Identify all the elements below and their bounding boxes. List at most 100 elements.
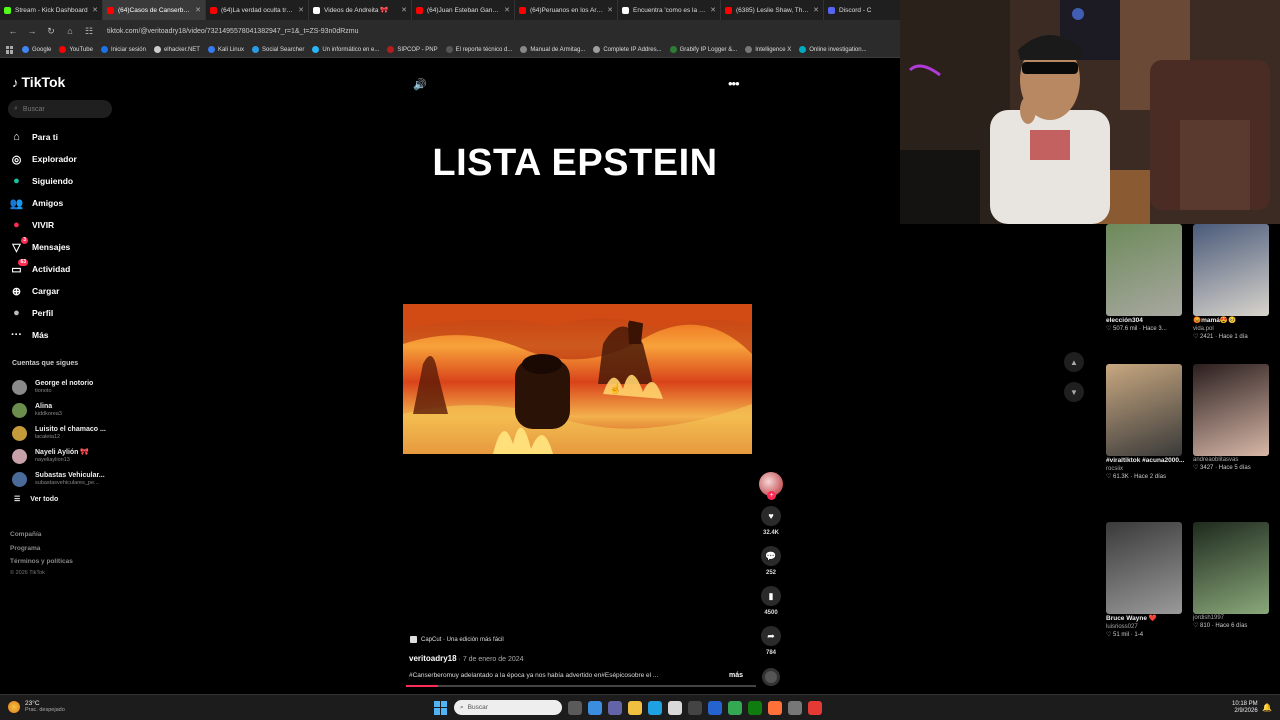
sidebar-item-parati[interactable]: ⌂ Para ti	[10, 126, 77, 148]
video-card[interactable]: jordish1997 ♡ 810 · Hace 6 días	[1193, 522, 1273, 630]
obs-icon[interactable]	[688, 700, 702, 715]
video-card[interactable]: 😡mamá😍🥺 vida.pol ♡ 2421 · Hace 1 día	[1193, 224, 1273, 341]
video-thumbnail[interactable]	[1106, 224, 1182, 316]
sidebar-item-amigos[interactable]: 👥 Amigos	[10, 192, 77, 214]
previous-video-button[interactable]: ▲	[1064, 352, 1084, 372]
sidebar-item-siguiendo[interactable]: ● Siguiendo	[10, 170, 77, 192]
teams-icon[interactable]	[608, 700, 622, 715]
video-card[interactable]: #viraltiktok #acuna2000... rocsiix ♡ 61.3K…	[1106, 364, 1186, 481]
bookmark-item[interactable]: Iniciar sesión	[100, 46, 146, 53]
sidebar-item-ms[interactable]: ··· Más	[10, 324, 77, 346]
bookmark-item[interactable]: Social Searcher	[251, 46, 304, 53]
browser-tab[interactable]: Stream - Kick Dashboard ✕	[0, 0, 103, 20]
store-icon[interactable]	[668, 700, 682, 715]
caption-more-link[interactable]: más	[729, 672, 743, 679]
video-thumbnail[interactable]	[1106, 364, 1182, 456]
home-icon[interactable]: ⌂	[65, 26, 75, 36]
video-card[interactable]: andreaoblitasvas ♡ 3427 · Hace 5 días	[1193, 364, 1273, 472]
video-thumbnail[interactable]	[1106, 522, 1182, 614]
sidebar-item-explorador[interactable]: ◎ Explorador	[10, 148, 77, 170]
video-progress-bar[interactable]	[406, 685, 756, 687]
edge-icon[interactable]	[648, 700, 662, 715]
footer-link[interactable]: Programa	[10, 542, 73, 556]
following-item[interactable]: Subastas Vehicular... subastasvehiculares…	[12, 468, 106, 491]
reload-icon[interactable]: ↻	[46, 26, 56, 37]
sidebar-item-actividad[interactable]: ▭ 63 Actividad	[10, 258, 77, 280]
author-username[interactable]: veritoadry18	[409, 654, 457, 663]
notification-bell-icon[interactable]: 🔔	[1262, 703, 1272, 712]
video-card[interactable]: elección304 ♡ 507.6 mil · Hace 3...	[1106, 224, 1186, 333]
xbox-icon[interactable]	[748, 700, 762, 715]
next-video-button[interactable]: ▼	[1064, 382, 1084, 402]
browser-tab[interactable]: (64)Casos de Canserbero... ✕	[103, 0, 206, 20]
see-all-button[interactable]: ☰ Ver todo	[14, 495, 106, 504]
comment-button[interactable]: 💬	[761, 546, 781, 566]
tab-close-icon[interactable]: ✕	[298, 6, 304, 14]
url-field[interactable]: tiktok.com/@veritoadry18/video/732149557…	[107, 28, 359, 35]
app-icon[interactable]	[788, 700, 802, 715]
taskbar-search[interactable]: ⌕ Buscar	[454, 700, 562, 715]
video-thumbnail[interactable]	[1193, 224, 1269, 316]
bookmark-item[interactable]: SIPCOP - PNP	[387, 46, 438, 53]
back-icon[interactable]: ←	[8, 26, 18, 36]
weather-widget[interactable]: 23°C Prac. despejado	[8, 700, 65, 714]
file-explorer-icon[interactable]	[628, 700, 642, 715]
more-options-icon[interactable]: •••	[728, 76, 740, 91]
app-icon[interactable]	[808, 700, 822, 715]
browser-tab[interactable]: (64)La verdad oculta tras l... ✕	[206, 0, 309, 20]
apps-icon[interactable]	[6, 45, 14, 54]
app-icon[interactable]	[708, 700, 722, 715]
share-button[interactable]: ➦	[761, 626, 781, 646]
video-thumbnail[interactable]	[1193, 522, 1269, 614]
tab-close-icon[interactable]: ✕	[607, 6, 613, 14]
footer-link[interactable]: Compañía	[10, 528, 73, 542]
search-input[interactable]: ⌕ Buscar	[8, 100, 112, 118]
video-thumbnail[interactable]	[1193, 364, 1269, 456]
volume-icon[interactable]: 🔊	[413, 78, 427, 91]
author-avatar[interactable]: +	[759, 472, 783, 500]
bookmark-item[interactable]: Online investigation...	[799, 46, 867, 53]
sidebar-item-cargar[interactable]: ⊕ Cargar	[10, 280, 77, 302]
sidebar-item-mensajes[interactable]: ▽ 3 Mensajes	[10, 236, 77, 258]
copilot-icon[interactable]	[588, 700, 602, 715]
bookmark-item[interactable]: Un informático en e...	[312, 46, 379, 53]
browser-tab[interactable]: Videos de Andreita 🎀 ✕	[309, 0, 412, 20]
tab-close-icon[interactable]: ✕	[92, 6, 98, 14]
browser-tab[interactable]: (64)Peruanos en los Archi... ✕	[515, 0, 618, 20]
following-item[interactable]: Luisito el chamaco ... lacaleta12	[12, 422, 106, 445]
follow-plus-icon[interactable]: +	[767, 491, 776, 500]
bookmark-item[interactable]: El reporte técnico d...	[445, 46, 512, 53]
footer-link[interactable]: Términos y políticas	[10, 555, 73, 569]
save-button[interactable]: ▮	[761, 586, 781, 606]
forward-icon[interactable]: →	[27, 26, 37, 36]
like-button[interactable]: ♥	[761, 506, 781, 526]
site-info-icon[interactable]: ☷	[84, 26, 94, 37]
sidebar-item-vivir[interactable]: ● VIVIR	[10, 214, 77, 236]
bookmark-item[interactable]: Grabify IP Logger &...	[669, 46, 737, 53]
tab-close-icon[interactable]: ✕	[710, 6, 716, 14]
browser-tab[interactable]: (64)Juan Esteban Gancoa ✕	[412, 0, 515, 20]
video-frame[interactable]	[403, 304, 752, 454]
bookmark-item[interactable]: Google	[22, 46, 51, 53]
bookmark-item[interactable]: Complete IP Addres...	[593, 46, 662, 53]
bookmark-item[interactable]: Intelligence X	[745, 46, 791, 53]
following-item[interactable]: Alina kiddkorea3	[12, 399, 106, 422]
bookmark-item[interactable]: Kali Linux	[207, 46, 244, 53]
video-player[interactable]: 🔊 ••• LISTA EPSTEIN ☝ + ♥ 32.4K 💬 252 ▮ …	[120, 58, 900, 694]
video-author[interactable]: veritoadry18 · 7 de enero de 2024	[409, 654, 524, 663]
tiktok-logo[interactable]: ♪ TikTok	[12, 74, 65, 90]
tab-close-icon[interactable]: ✕	[401, 6, 407, 14]
task-view-icon[interactable]	[568, 700, 582, 715]
tab-close-icon[interactable]: ✕	[195, 6, 201, 14]
bookmark-item[interactable]: YouTube	[59, 46, 93, 53]
system-clock[interactable]: 10:18 PM 2/9/2026	[1232, 701, 1258, 715]
capcut-tag[interactable]: CapCut · Una edición más fácil	[410, 636, 504, 643]
sidebar-item-perfil[interactable]: ● Perfil	[10, 302, 77, 324]
firefox-icon[interactable]	[768, 700, 782, 715]
music-disc-icon[interactable]	[762, 668, 780, 686]
following-item[interactable]: George el notorio tionoto	[12, 376, 106, 399]
bookmark-item[interactable]: elhacker.NET	[153, 46, 200, 53]
browser-tab[interactable]: (6385) Leslie Shaw, Thalia... ✕	[721, 0, 824, 20]
tab-close-icon[interactable]: ✕	[504, 6, 510, 14]
chrome-icon[interactable]	[728, 700, 742, 715]
